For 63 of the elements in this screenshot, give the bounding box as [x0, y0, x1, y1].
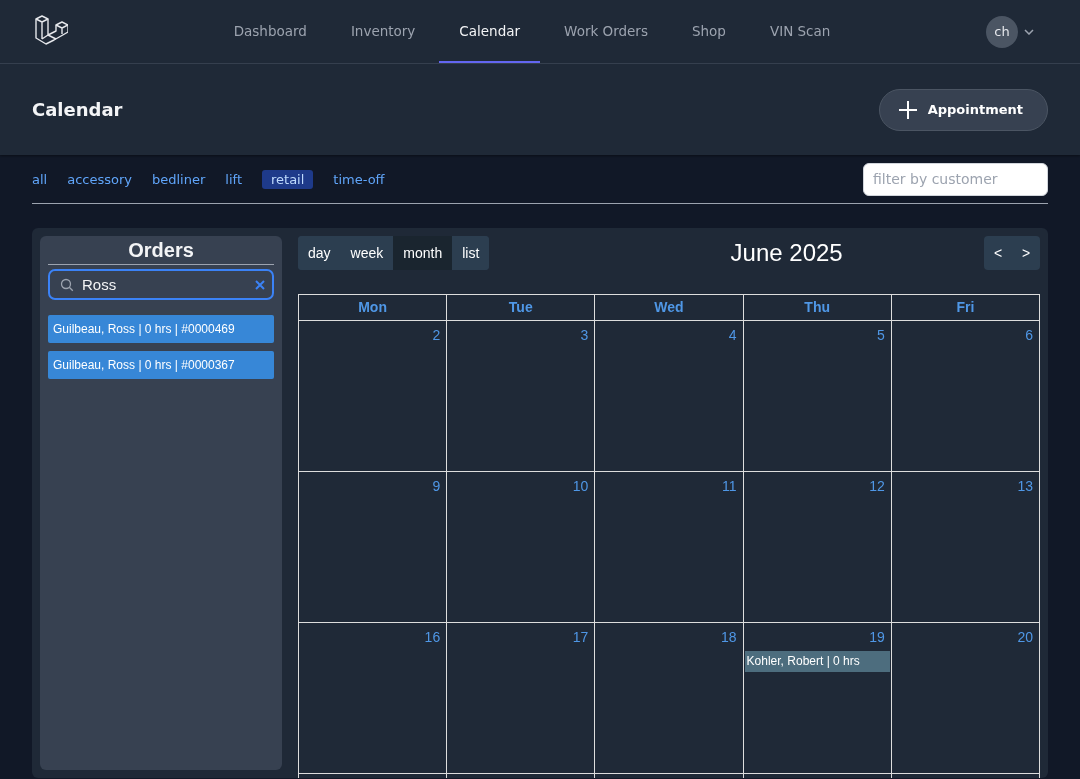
- day-number[interactable]: 2: [432, 321, 447, 343]
- day-cell[interactable]: 18: [595, 623, 744, 774]
- category-filter[interactable]: bedliner: [152, 169, 206, 189]
- customer-filter-field[interactable]: filter by customer: [863, 162, 1048, 196]
- next-button[interactable]: >: [1012, 236, 1040, 270]
- day-cell[interactable]: 2: [299, 321, 448, 472]
- nav-link[interactable]: VIN Scan: [749, 0, 851, 63]
- category-filter[interactable]: time-off: [333, 169, 385, 189]
- weekday-header: Fri: [891, 295, 1040, 321]
- page-title: Calendar: [32, 99, 123, 120]
- previous-button[interactable]: <: [984, 236, 1012, 270]
- nav-link[interactable]: Shop: [671, 0, 746, 63]
- day-number[interactable]: 16: [424, 623, 447, 645]
- orders-title: Orders: [48, 236, 274, 265]
- nav-link[interactable]: Dashboard: [213, 0, 327, 63]
- day-cell[interactable]: 12: [743, 472, 892, 623]
- view-button[interactable]: month: [393, 236, 453, 270]
- day-cell[interactable]: 20: [891, 623, 1040, 774]
- nav-link[interactable]: Inventory: [330, 0, 436, 63]
- day-number[interactable]: 5: [877, 321, 891, 343]
- day-number[interactable]: 13: [1017, 472, 1039, 494]
- day-number[interactable]: 10: [572, 472, 595, 494]
- order-item[interactable]: Guilbeau, Ross | 0 hrs | #0000469: [48, 315, 274, 343]
- category-filter[interactable]: retail: [262, 169, 314, 189]
- day-number[interactable]: 20: [1017, 623, 1039, 645]
- day-cell[interactable]: 6: [891, 321, 1040, 472]
- day-number[interactable]: 6: [1025, 321, 1039, 343]
- category-filter[interactable]: accessory: [67, 169, 132, 189]
- day-cell[interactable]: 11: [595, 472, 744, 623]
- weekday-header: Mon: [299, 295, 448, 321]
- search-icon: [60, 278, 74, 292]
- day-number[interactable]: 19: [869, 623, 891, 645]
- calendar-title: June 2025: [730, 239, 843, 267]
- order-search-field[interactable]: Ross: [48, 269, 274, 300]
- weekday-header: Wed: [595, 295, 744, 321]
- day-cell[interactable]: 9: [299, 472, 448, 623]
- clear-icon[interactable]: [255, 280, 265, 290]
- day-number[interactable]: 9: [432, 472, 447, 494]
- day-cell[interactable]: 19 Kohler, Robert | 0 hrs: [743, 623, 892, 774]
- day-cell[interactable]: 4: [595, 321, 744, 472]
- day-number[interactable]: 12: [869, 472, 891, 494]
- day-cell[interactable]: 3: [447, 321, 596, 472]
- weekday-header: Thu: [743, 295, 892, 321]
- user-avatar[interactable]: ch: [986, 15, 1018, 48]
- day-cell[interactable]: 16: [299, 623, 448, 774]
- order-item[interactable]: Guilbeau, Ross | 0 hrs | #0000367: [48, 351, 274, 379]
- weekday-header: Tue: [447, 295, 596, 321]
- add-appointment-button[interactable]: Appointment: [878, 88, 1048, 131]
- plus-icon: [897, 99, 918, 120]
- day-number[interactable]: 3: [580, 321, 595, 343]
- calendar-event[interactable]: Kohler, Robert | 0 hrs: [744, 651, 890, 672]
- category-filter[interactable]: lift: [225, 169, 242, 189]
- chevron-down-icon[interactable]: [1024, 28, 1034, 35]
- day-number[interactable]: 4: [728, 321, 743, 343]
- category-filter[interactable]: all: [32, 169, 48, 189]
- day-number[interactable]: 17: [572, 623, 595, 645]
- day-cell[interactable]: 5: [743, 321, 892, 472]
- day-number[interactable]: 11: [722, 472, 743, 494]
- nav-link[interactable]: Work Orders: [544, 0, 668, 63]
- day-cell[interactable]: 17: [447, 623, 596, 774]
- day-cell[interactable]: 13: [891, 472, 1040, 623]
- day-number[interactable]: 18: [721, 623, 743, 645]
- day-cell[interactable]: 10: [447, 472, 596, 623]
